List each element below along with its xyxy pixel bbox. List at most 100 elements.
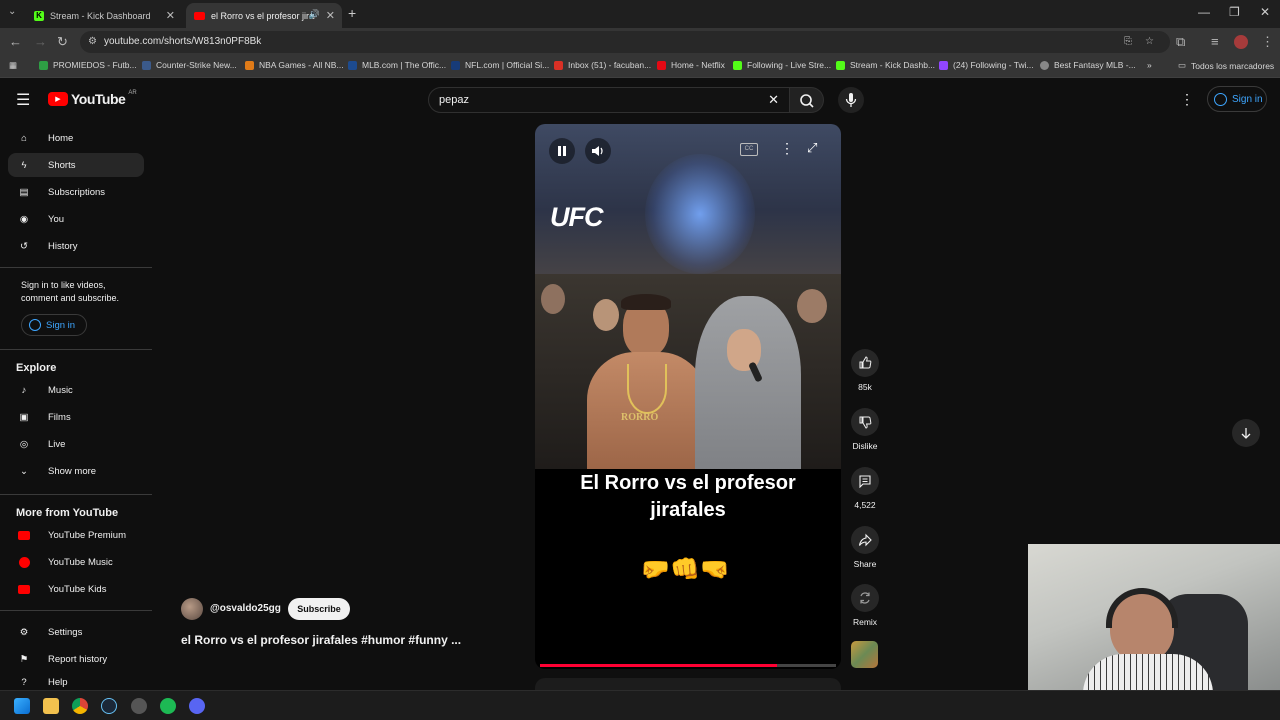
sidebar-item-youtube-music[interactable]: YouTube Music [8, 550, 144, 574]
minimize-icon[interactable]: — [1198, 5, 1210, 19]
thumbs-down-icon [859, 416, 872, 429]
bookmark-item[interactable]: Stream - Kick Dashb... [836, 60, 935, 70]
shorts-player[interactable]: RORRO UFC CC ⋮ ⤢ El Rorro vs el profesor… [535, 124, 841, 669]
bookmark-item[interactable]: Counter-Strike New... [142, 60, 237, 70]
tab-search-icon[interactable]: ⌄ [8, 6, 16, 17]
voice-search-button[interactable] [838, 87, 864, 113]
share-button[interactable] [851, 526, 879, 554]
dislike-button[interactable] [851, 408, 879, 436]
discord-icon[interactable] [189, 698, 205, 714]
close-tab-icon[interactable]: ✕ [166, 9, 175, 22]
share-icon [858, 533, 872, 547]
tab-kick-dashboard[interactable]: K Stream - Kick Dashboard ✕ [26, 3, 182, 28]
more-bookmarks-icon[interactable]: » [1147, 60, 1152, 70]
explore-heading: Explore [16, 362, 57, 374]
subscribe-button[interactable]: Subscribe [288, 598, 350, 620]
install-app-icon[interactable]: ⎘ [1124, 31, 1132, 53]
channel-avatar[interactable] [181, 598, 203, 620]
signin-button[interactable]: Sign in [1207, 86, 1267, 112]
windows-start-icon[interactable] [14, 698, 30, 714]
chrome-menu-icon[interactable]: ⋮ [1261, 34, 1274, 50]
fullscreen-icon[interactable]: ⤢ [807, 140, 817, 156]
back-icon[interactable]: ← [9, 34, 22, 49]
bookmark-star-icon[interactable]: ☆ [1145, 31, 1154, 53]
sidebar-item-settings[interactable]: ⚙ Settings [8, 620, 144, 644]
sidebar-item-report-history[interactable]: ⚑ Report history [8, 647, 144, 671]
youtube-music-icon [16, 554, 32, 570]
bookmark-item[interactable]: PROMIEDOS - Futb... [39, 60, 137, 70]
bookmark-item[interactable]: Inbox (51) - facuban... [554, 60, 651, 70]
chrome-icon[interactable] [72, 698, 88, 714]
sidebar-divider [0, 610, 152, 611]
clear-search-icon[interactable]: ✕ [768, 88, 779, 112]
remix-button[interactable] [851, 584, 879, 612]
maximize-icon[interactable]: ❐ [1229, 5, 1240, 19]
like-button[interactable] [851, 349, 879, 377]
sidebar-divider [0, 349, 152, 350]
volume-button[interactable] [585, 138, 611, 164]
comments-button[interactable] [851, 467, 879, 495]
sidebar-item-live[interactable]: ◎ Live [8, 432, 144, 456]
next-short-preview[interactable] [535, 678, 841, 690]
sidebar-show-more[interactable]: ⌄ Show more [8, 459, 144, 483]
guide-menu-icon[interactable]: ☰ [16, 90, 30, 110]
webcam-overlay [1028, 544, 1280, 690]
profile-avatar[interactable] [1234, 35, 1248, 49]
search-input[interactable]: pepaz ✕ [428, 87, 790, 113]
more-options-icon[interactable]: ⋮ [780, 140, 794, 157]
sidebar-item-youtube-premium[interactable]: YouTube Premium [8, 523, 144, 547]
pause-button[interactable] [549, 138, 575, 164]
short-title[interactable]: el Rorro vs el profesor jirafales #humor… [181, 633, 461, 647]
sidebar-item-home[interactable]: ⌂ Home [8, 126, 144, 150]
youtube-masthead: ☰ ▶ YouTube AR pepaz ✕ ⋮ Sign in [0, 78, 1280, 122]
bookmark-item[interactable]: NFL.com | Official Si... [451, 60, 549, 70]
bookmarks-bar: ▦ PROMIEDOS - Futb... Counter-Strike New… [0, 56, 1280, 78]
sidebar-signin-button[interactable]: Sign in [21, 314, 87, 336]
bookmark-item[interactable]: Home - Netflix [657, 60, 725, 70]
channel-handle[interactable]: @osvaldo25gg [210, 603, 281, 614]
bookmark-item[interactable]: Best Fantasy MLB -... [1040, 60, 1136, 70]
close-tab-icon[interactable]: ✕ [326, 9, 335, 22]
sidebar-item-music[interactable]: ♪ Music [8, 378, 144, 402]
forward-icon[interactable]: → [34, 34, 47, 49]
bookmark-item[interactable]: NBA Games - All NB... [245, 60, 344, 70]
next-short-button[interactable] [1232, 419, 1260, 447]
sidebar-item-subscriptions[interactable]: ▤ Subscriptions [8, 180, 144, 204]
apps-grid-icon[interactable]: ▦ [9, 60, 17, 71]
hoodie [695, 296, 801, 469]
settings-app-icon[interactable] [131, 698, 147, 714]
folder-icon: ▭ [1178, 60, 1187, 70]
sidebar-item-history[interactable]: ↺ History [8, 234, 144, 258]
bookmark-item[interactable]: MLB.com | The Offic... [348, 60, 446, 70]
spotify-icon[interactable] [160, 698, 176, 714]
reload-icon[interactable]: ↻ [57, 34, 68, 50]
tab-youtube-short[interactable]: el Rorro vs el profesor jirafa 🔊 ✕ [186, 3, 342, 28]
bookmarks-folder[interactable]: ▭ Todos los marcadores [1178, 60, 1274, 71]
window-close-icon[interactable]: ✕ [1260, 5, 1270, 19]
sidebar-item-youtube-kids[interactable]: YouTube Kids [8, 577, 144, 601]
steam-icon[interactable] [101, 698, 117, 714]
video-progress-bar[interactable] [540, 664, 836, 667]
sidebar-item-films[interactable]: ▣ Films [8, 405, 144, 429]
bookmark-item[interactable]: (24) Following - Twi... [939, 60, 1034, 70]
captions-button[interactable]: CC [740, 143, 758, 156]
media-control-icon[interactable]: ≡ [1211, 34, 1219, 49]
sidebar-item-you[interactable]: ◉ You [8, 207, 144, 231]
bookmark-item[interactable]: Following - Live Stre... [733, 60, 831, 70]
sidebar-item-help[interactable]: ? Help [8, 674, 144, 690]
audio-track-thumbnail[interactable] [851, 641, 878, 668]
new-tab-icon[interactable]: + [348, 5, 356, 21]
chain-necklace [627, 364, 667, 414]
file-explorer-icon[interactable] [43, 698, 59, 714]
site-info-icon[interactable]: ⚙ [88, 31, 97, 53]
settings-dots-icon[interactable]: ⋮ [1180, 91, 1194, 108]
sidebar-divider [0, 267, 152, 268]
sidebar-item-shorts[interactable]: ϟ Shorts [8, 153, 144, 177]
extensions-icon[interactable]: ⧉ [1176, 34, 1185, 50]
youtube-play-logo-icon: ▶ [48, 92, 68, 106]
youtube-logo[interactable]: ▶ YouTube AR [48, 90, 137, 107]
search-button[interactable] [790, 87, 824, 113]
address-bar[interactable]: ⚙ youtube.com/shorts/W813n0PF8Bk ⎘ ☆ [80, 31, 1170, 53]
tab-audio-icon[interactable]: 🔊 [309, 9, 320, 20]
video-frame[interactable]: RORRO UFC CC ⋮ ⤢ [535, 124, 841, 469]
